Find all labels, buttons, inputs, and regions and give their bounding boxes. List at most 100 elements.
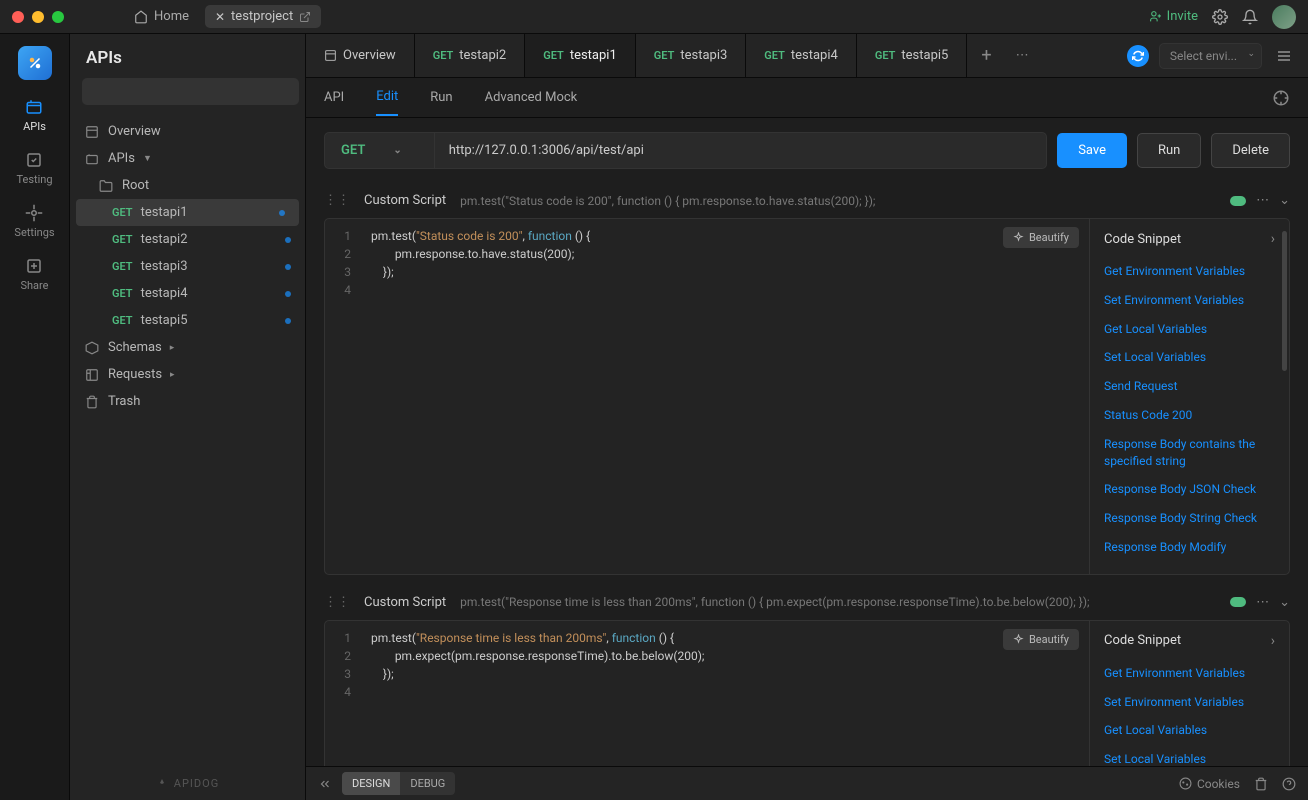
- snippet-item[interactable]: Response Body Modify: [1104, 533, 1275, 562]
- subtab-mock[interactable]: Advanced Mock: [485, 80, 578, 115]
- activity-share[interactable]: Share: [20, 257, 48, 292]
- sidebar-api-item[interactable]: GET testapi3: [70, 253, 305, 280]
- chevron-right-icon[interactable]: ›: [1271, 231, 1275, 247]
- sidebar-api-item[interactable]: GET testapi1: [76, 199, 299, 226]
- sidebar-item-label: Overview: [108, 124, 161, 139]
- snippet-item[interactable]: Get Environment Variables: [1104, 257, 1275, 286]
- tabs-more-button[interactable]: ⋯: [1006, 48, 1039, 63]
- tab-overview[interactable]: Overview: [306, 34, 415, 77]
- sidebar-item-label: Schemas: [108, 340, 162, 355]
- url-input[interactable]: [435, 132, 1047, 169]
- collapse-button[interactable]: [318, 777, 332, 791]
- environment-select[interactable]: Select envi... ⌄: [1159, 43, 1262, 69]
- script-toggle[interactable]: [1230, 196, 1246, 206]
- tab-api[interactable]: GET testapi5: [857, 34, 968, 77]
- subtab-run[interactable]: Run: [430, 80, 452, 115]
- maximize-window-icon[interactable]: [52, 11, 64, 23]
- invite-button[interactable]: Invite: [1149, 9, 1198, 24]
- tab-api-active[interactable]: GET testapi1: [525, 34, 636, 77]
- snippet-item[interactable]: Set Environment Variables: [1104, 286, 1275, 315]
- sidebar-root-folder[interactable]: Root: [70, 172, 305, 199]
- close-window-icon[interactable]: [12, 11, 24, 23]
- more-icon[interactable]: ⋯: [1256, 595, 1269, 610]
- scrollbar[interactable]: [1282, 231, 1287, 371]
- sidebar-item-label: Requests: [108, 367, 162, 382]
- activity-apis[interactable]: APIs: [23, 98, 46, 133]
- sidebar-apis-group[interactable]: APIs ▼: [70, 145, 305, 172]
- add-tab-button[interactable]: +: [967, 34, 1005, 77]
- chevron-right-icon[interactable]: ›: [1271, 633, 1275, 649]
- bell-icon: [1242, 9, 1258, 25]
- drag-handle-icon[interactable]: ⋮⋮: [324, 193, 350, 208]
- snippet-item[interactable]: Set Local Variables: [1104, 745, 1275, 766]
- subtab-api[interactable]: API: [324, 80, 344, 115]
- sidebar-schemas[interactable]: Schemas ▸: [70, 334, 305, 361]
- activity-settings[interactable]: Settings: [14, 204, 54, 239]
- save-button[interactable]: Save: [1057, 133, 1127, 168]
- snippet-item[interactable]: Get Local Variables: [1104, 315, 1275, 344]
- sub-tabs: API Edit Run Advanced Mock: [306, 78, 1308, 118]
- help-icon[interactable]: [1282, 777, 1296, 791]
- tab-api[interactable]: GET testapi3: [636, 34, 747, 77]
- sidebar-trash[interactable]: Trash: [70, 388, 305, 415]
- activity-testing[interactable]: Testing: [16, 151, 52, 186]
- beautify-button[interactable]: Beautify: [1003, 227, 1079, 248]
- line-numbers: 1234: [325, 227, 361, 574]
- snippet-item[interactable]: Set Local Variables: [1104, 343, 1275, 372]
- snippet-item[interactable]: Response Body String Check: [1104, 504, 1275, 533]
- run-button[interactable]: Run: [1137, 133, 1201, 168]
- chevron-down-icon: ▼: [143, 153, 152, 164]
- script-block: ⋮⋮ Custom Script pm.test("Response time …: [324, 585, 1290, 766]
- close-icon[interactable]: ✕: [215, 10, 225, 24]
- design-mode-button[interactable]: DESIGN: [342, 772, 400, 795]
- app-logo-icon[interactable]: [18, 46, 52, 80]
- tab-api[interactable]: GET testapi4: [746, 34, 857, 77]
- sidebar-item-label: testapi5: [141, 313, 188, 328]
- code-editor[interactable]: Beautify 1234 pm.test("Response time is …: [325, 621, 1089, 766]
- snippet-item[interactable]: Response Body JSON Check: [1104, 475, 1275, 504]
- cookie-icon: [1179, 777, 1192, 790]
- snippet-item[interactable]: Status Code 200: [1104, 401, 1275, 430]
- debug-mode-button[interactable]: DEBUG: [400, 772, 455, 795]
- beautify-label: Beautify: [1029, 231, 1069, 244]
- snippet-item[interactable]: Response Body contains the specified str…: [1104, 430, 1275, 476]
- snippet-panel: Code Snippet › Get Environment Variables…: [1089, 219, 1289, 574]
- avatar[interactable]: [1272, 5, 1296, 29]
- sidebar-api-item[interactable]: GET testapi2: [70, 226, 305, 253]
- sparkle-icon: [1013, 634, 1024, 645]
- snippet-item[interactable]: Send Request: [1104, 372, 1275, 401]
- cookies-button[interactable]: Cookies: [1179, 777, 1240, 791]
- search-input[interactable]: [82, 78, 299, 105]
- snippet-item[interactable]: Get Environment Variables: [1104, 659, 1275, 688]
- code-editor[interactable]: Beautify 1234 pm.test("Status code is 20…: [325, 219, 1089, 574]
- settings-button[interactable]: [1212, 9, 1228, 25]
- tab-api[interactable]: GET testapi2: [415, 34, 526, 77]
- subtab-edit[interactable]: Edit: [376, 79, 398, 116]
- drag-handle-icon[interactable]: ⋮⋮: [324, 595, 350, 610]
- chevron-down-icon[interactable]: ⌄: [1279, 193, 1290, 208]
- home-button[interactable]: Home: [124, 5, 199, 28]
- more-icon[interactable]: ⋯: [1256, 193, 1269, 208]
- sidebar-api-item[interactable]: GET testapi5: [70, 307, 305, 334]
- method-tag: GET: [112, 287, 133, 300]
- method-select[interactable]: GET ⌄: [324, 132, 435, 169]
- delete-button[interactable]: Delete: [1211, 133, 1290, 168]
- plus-icon: +: [981, 45, 991, 66]
- chevron-down-icon[interactable]: ⌄: [1279, 595, 1290, 610]
- notifications-button[interactable]: [1242, 9, 1258, 25]
- sidebar-api-item[interactable]: GET testapi4: [70, 280, 305, 307]
- modified-indicator-icon: [285, 291, 291, 297]
- sidebar-requests[interactable]: Requests ▸: [70, 361, 305, 388]
- beautify-button[interactable]: Beautify: [1003, 629, 1079, 650]
- trash-icon[interactable]: [1254, 777, 1268, 791]
- sidebar-overview[interactable]: Overview: [70, 118, 305, 145]
- menu-button[interactable]: [1272, 44, 1296, 68]
- snippet-item[interactable]: Set Environment Variables: [1104, 688, 1275, 717]
- sync-button[interactable]: [1127, 45, 1149, 67]
- snippet-item[interactable]: Get Local Variables: [1104, 716, 1275, 745]
- target-icon[interactable]: [1272, 89, 1290, 107]
- minimize-window-icon[interactable]: [32, 11, 44, 23]
- script-toggle[interactable]: [1230, 597, 1246, 607]
- project-tab[interactable]: ✕ testproject: [205, 5, 321, 28]
- modified-indicator-icon: [285, 264, 291, 270]
